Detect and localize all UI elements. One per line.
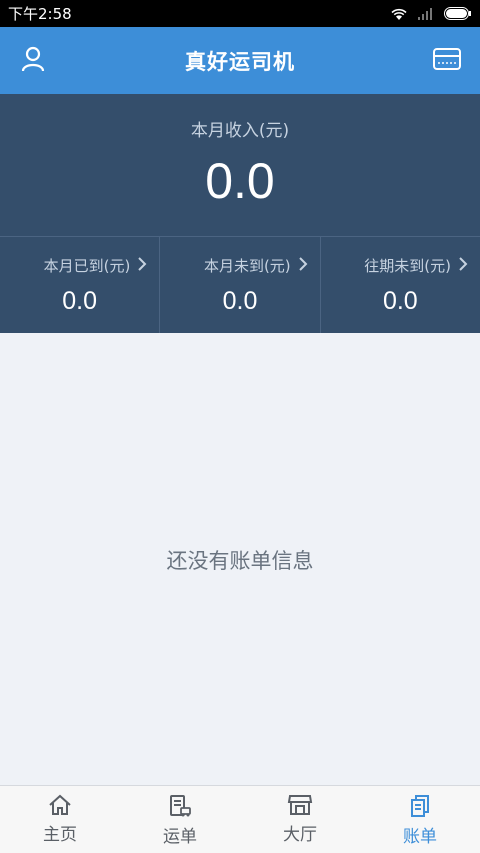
nav-label: 大厅 (283, 825, 317, 845)
credit-card-icon (433, 47, 461, 74)
chevron-right-icon (138, 256, 147, 275)
bill-list-empty: 还没有账单信息 (0, 333, 480, 785)
chevron-right-icon (459, 256, 468, 275)
nav-item-waybill[interactable]: 运单 (120, 786, 240, 853)
bill-icon (408, 794, 432, 822)
stat-pending-previous[interactable]: 往期未到(元) 0.0 (321, 237, 480, 334)
chevron-right-icon (298, 256, 308, 275)
stat-label: 往期未到(元) (364, 257, 451, 275)
nav-item-hall[interactable]: 大厅 (240, 786, 360, 853)
battery-icon (444, 7, 472, 20)
stats-row: 本月已到(元) 0.0 本月未到(元) 0.0 往期未到(元) 0.0 (0, 236, 480, 334)
home-icon (48, 794, 72, 820)
empty-message: 还没有账单信息 (166, 549, 314, 573)
waybill-icon (168, 794, 192, 822)
status-time: 下午2:58 (8, 5, 72, 23)
app-header: 真好运司机 (0, 27, 480, 94)
month-income-label: 本月收入(元) (190, 121, 290, 141)
income-summary: 本月收入(元) 0.0 本月已到(元) 0.0 本月未到(元) 0.0 往期未到 (0, 94, 480, 334)
signal-icon (418, 7, 434, 20)
bottom-nav: 主页 运单 大厅 账单 (0, 785, 480, 853)
stat-label: 本月已到(元) (43, 257, 131, 275)
stat-pending-this-month[interactable]: 本月未到(元) 0.0 (160, 237, 321, 334)
hall-icon (287, 794, 313, 820)
profile-button[interactable] (0, 27, 66, 94)
nav-label: 主页 (43, 825, 77, 845)
stat-received-this-month[interactable]: 本月已到(元) 0.0 (0, 237, 161, 334)
stat-value: 0.0 (62, 287, 98, 315)
nav-label: 账单 (403, 827, 437, 847)
stat-label: 本月未到(元) (203, 257, 291, 275)
month-income-value: 0.0 (205, 153, 275, 209)
nav-label: 运单 (163, 827, 197, 847)
stat-value: 0.0 (382, 287, 418, 315)
nav-item-bill[interactable]: 账单 (360, 786, 480, 853)
status-icons (390, 7, 472, 21)
wifi-icon (390, 7, 408, 21)
stat-value: 0.0 (222, 287, 258, 315)
page-title: 真好运司机 (185, 49, 295, 74)
nav-item-home[interactable]: 主页 (0, 786, 120, 853)
card-button[interactable] (414, 27, 480, 94)
status-bar: 下午2:58 (0, 0, 480, 27)
user-icon (21, 46, 45, 76)
